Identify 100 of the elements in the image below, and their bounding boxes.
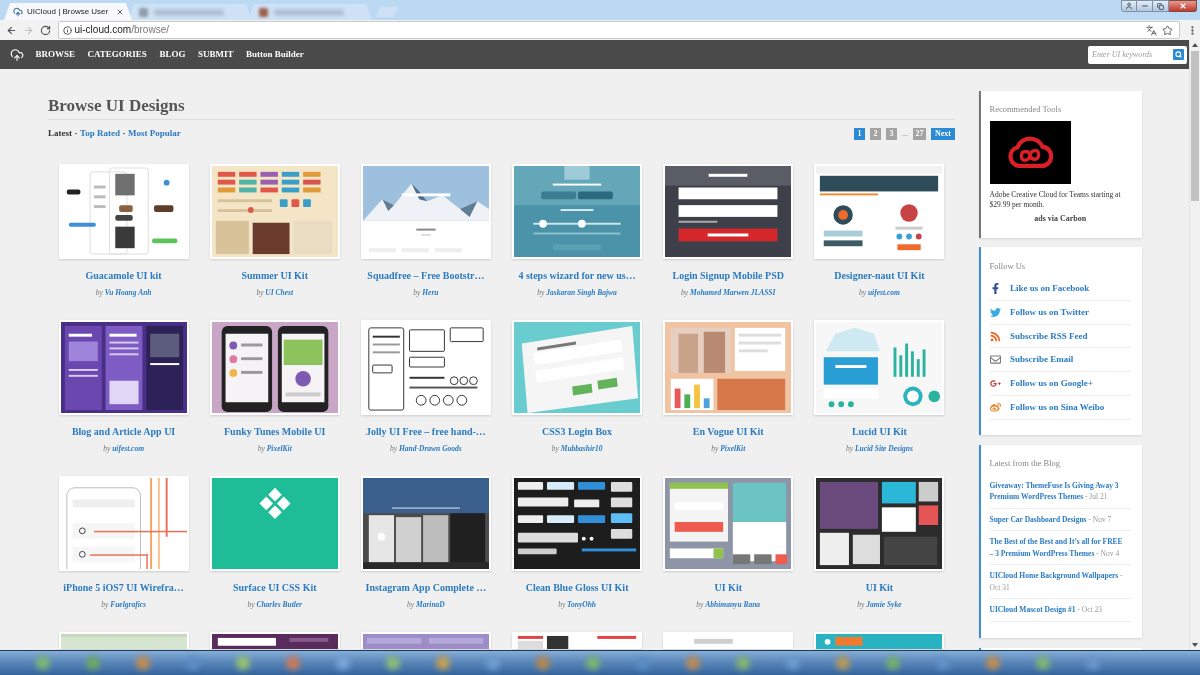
design-thumbnail-drawing[interactable] bbox=[58, 632, 189, 649]
design-thumbnail-drawing[interactable] bbox=[512, 320, 643, 415]
design-thumbnail-drawing[interactable] bbox=[663, 632, 794, 649]
restore-button[interactable] bbox=[1153, 0, 1169, 12]
design-title-link[interactable]: Funky Tunes Mobile UI bbox=[224, 425, 326, 438]
blurred-taskbar-icon[interactable] bbox=[786, 656, 800, 670]
blurred-taskbar-icon[interactable] bbox=[736, 656, 750, 670]
design-title-link[interactable]: UI Kit bbox=[714, 581, 742, 594]
search-button[interactable] bbox=[1173, 49, 1184, 60]
design-thumbnail-drawing[interactable] bbox=[512, 164, 643, 259]
design-thumbnail-drawing[interactable] bbox=[663, 320, 794, 415]
blurred-taskbar-icon[interactable] bbox=[1036, 656, 1050, 670]
tab-close-button[interactable] bbox=[115, 7, 124, 16]
design-thumbnail-drawing[interactable] bbox=[814, 164, 945, 259]
page-number-button[interactable]: 1 bbox=[854, 127, 865, 140]
search-field[interactable]: Enter UI keywords bbox=[1088, 45, 1187, 64]
blurred-taskbar-icon[interactable] bbox=[886, 656, 900, 670]
profile-button[interactable] bbox=[1121, 0, 1137, 12]
design-thumbnail-drawing[interactable] bbox=[512, 632, 643, 649]
design-title-link[interactable]: En Vogue UI Kit bbox=[692, 425, 764, 438]
design-title-link[interactable]: Jolly UI Free – free hand-… bbox=[365, 425, 486, 438]
page-number-button[interactable]: 2 bbox=[870, 127, 881, 140]
blurred-taskbar-icon[interactable] bbox=[186, 656, 200, 670]
blurred-taskbar-icon[interactable] bbox=[586, 656, 600, 670]
design-thumbnail-drawing[interactable] bbox=[663, 476, 794, 571]
sort-link[interactable]: Top Rated bbox=[80, 128, 120, 139]
nav-link[interactable]: CATEGORIES bbox=[87, 49, 147, 60]
ad-credit-link[interactable]: ads via Carbon bbox=[1034, 213, 1087, 223]
browser-tab[interactable]: UICloud | Browse User bbox=[4, 3, 132, 20]
translate-icon[interactable] bbox=[1146, 24, 1157, 36]
design-thumbnail-drawing[interactable] bbox=[360, 632, 491, 649]
blurred-taskbar-icon[interactable] bbox=[136, 656, 150, 670]
design-thumbnail-drawing[interactable] bbox=[209, 320, 340, 415]
scroll-down-arrow-icon[interactable] bbox=[1192, 643, 1198, 647]
blurred-taskbar-icon[interactable] bbox=[986, 656, 1000, 670]
design-thumbnail-drawing[interactable] bbox=[814, 320, 945, 415]
design-title-link[interactable]: iPhone 5 iOS7 UI Wirefra… bbox=[63, 581, 184, 594]
follow-link[interactable]: Like us on Facebook bbox=[1010, 283, 1090, 294]
ad-image[interactable] bbox=[989, 121, 1071, 184]
design-title-link[interactable]: UI Kit bbox=[865, 581, 894, 594]
nav-link[interactable]: BROWSE bbox=[35, 49, 75, 60]
design-title-link[interactable]: Login Signup Mobile PSD bbox=[672, 269, 784, 282]
design-title-link[interactable]: Blog and Article App UI bbox=[71, 425, 176, 438]
follow-link[interactable]: Subscribe RSS Feed bbox=[1010, 330, 1088, 342]
blurred-taskbar-icon[interactable] bbox=[936, 656, 950, 670]
follow-link[interactable]: Follow us on Sina Weibo bbox=[1010, 401, 1105, 413]
design-thumbnail-drawing[interactable] bbox=[512, 476, 643, 571]
design-thumbnail-drawing[interactable] bbox=[814, 476, 945, 571]
sort-link[interactable]: Most Popular bbox=[127, 128, 181, 139]
blurred-taskbar-icon[interactable] bbox=[336, 656, 350, 670]
blurred-taskbar-icon[interactable] bbox=[436, 656, 450, 670]
scrollbar[interactable] bbox=[1189, 40, 1200, 650]
scroll-up-arrow-icon[interactable] bbox=[1192, 43, 1198, 47]
design-thumbnail-drawing[interactable] bbox=[209, 476, 340, 571]
design-thumbnail-drawing[interactable] bbox=[209, 164, 340, 259]
design-title-link[interactable]: Lucid UI Kit bbox=[851, 425, 907, 438]
design-thumbnail-drawing[interactable] bbox=[209, 632, 340, 649]
minimize-button[interactable] bbox=[1137, 0, 1153, 12]
follow-link[interactable]: Follow us on Twitter bbox=[1010, 306, 1089, 318]
nav-link[interactable]: BLOG bbox=[159, 49, 186, 60]
design-thumbnail-drawing[interactable] bbox=[360, 320, 491, 415]
blurred-taskbar-icon[interactable] bbox=[286, 656, 300, 670]
design-title-link[interactable]: Clean Blue Gloss UI Kit bbox=[525, 581, 629, 594]
design-title-link[interactable]: Instagram App Complete … bbox=[365, 581, 487, 594]
star-icon[interactable] bbox=[1162, 24, 1173, 36]
design-thumbnail-drawing[interactable] bbox=[814, 632, 945, 649]
design-thumbnail-drawing[interactable] bbox=[360, 164, 491, 259]
scrollbar-thumb[interactable] bbox=[1191, 51, 1199, 201]
design-title-link[interactable]: 4 steps wizard for new us… bbox=[518, 269, 636, 282]
nav-link[interactable]: SUBMIT bbox=[197, 49, 234, 60]
design-title-link[interactable]: CSS3 Login Box bbox=[542, 425, 613, 438]
design-title-link[interactable]: Summer UI Kit bbox=[241, 269, 308, 282]
blurred-taskbar-icon[interactable] bbox=[836, 656, 850, 670]
sort-link[interactable]: Latest bbox=[48, 128, 72, 139]
follow-link[interactable]: Subscribe Email bbox=[1010, 354, 1074, 366]
design-thumbnail-drawing[interactable] bbox=[58, 320, 189, 415]
blurred-taskbar-icon[interactable] bbox=[36, 656, 50, 670]
blurred-taskbar-icon[interactable] bbox=[536, 656, 550, 670]
follow-link[interactable]: Follow us on Google+ bbox=[1010, 378, 1093, 390]
cloud-upload-icon[interactable] bbox=[9, 47, 24, 62]
design-thumbnail-drawing[interactable] bbox=[360, 476, 491, 571]
next-page-button[interactable]: Next bbox=[931, 127, 955, 140]
nav-link[interactable]: Button Builder bbox=[245, 49, 304, 60]
blurred-taskbar-icon[interactable] bbox=[486, 656, 500, 670]
design-title-link[interactable]: Designer-naut UI Kit bbox=[834, 269, 925, 282]
browser-tab[interactable] bbox=[248, 4, 372, 20]
design-thumbnail-drawing[interactable] bbox=[58, 476, 189, 571]
design-title-link[interactable]: Guacamole UI kit bbox=[85, 269, 162, 282]
address-bar[interactable]: ui-cloud.com/browse/ bbox=[57, 21, 1180, 39]
window-close-button[interactable] bbox=[1169, 0, 1197, 12]
page-number-button[interactable]: 3 bbox=[886, 127, 897, 140]
design-title-link[interactable]: Squadfree – Free Bootstr… bbox=[367, 269, 485, 282]
blurred-taskbar-icon[interactable] bbox=[86, 656, 100, 670]
design-thumbnail-drawing[interactable] bbox=[663, 164, 794, 259]
blurred-taskbar-icon[interactable] bbox=[686, 656, 700, 670]
design-thumbnail-drawing[interactable] bbox=[58, 164, 189, 259]
page-number-button[interactable]: 27 bbox=[913, 127, 926, 140]
blurred-taskbar-icon[interactable] bbox=[236, 656, 250, 670]
design-title-link[interactable]: Surface UI CSS Kit bbox=[232, 581, 317, 594]
blurred-taskbar-icon[interactable] bbox=[386, 656, 400, 670]
